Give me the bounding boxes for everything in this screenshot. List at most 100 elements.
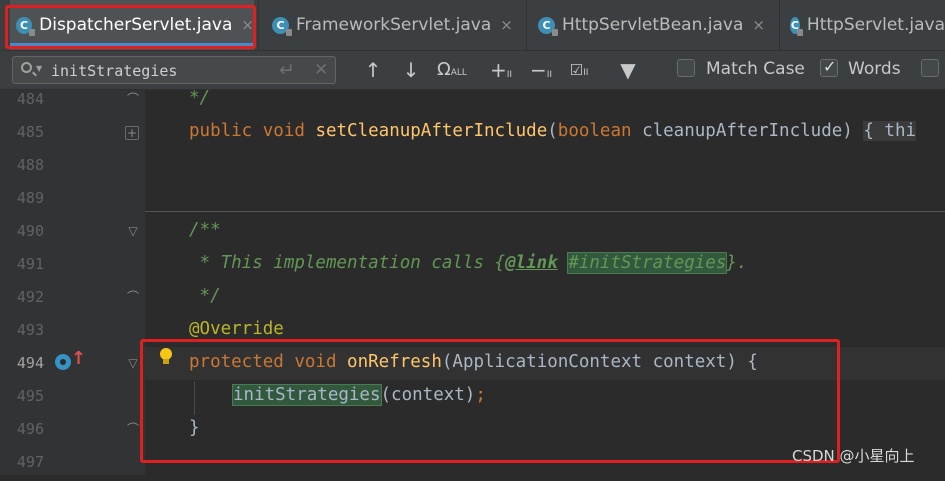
code-text: * This implementation calls {@link #init…	[189, 252, 748, 274]
watermark: CSDN @小星向上	[792, 447, 915, 465]
toggle-occurrence-icon[interactable]: ☑II	[564, 57, 594, 83]
line-number: 485	[16, 123, 44, 141]
line-number: 496	[16, 420, 44, 438]
java-class-icon: C	[16, 16, 36, 36]
method-name: onRefresh	[347, 352, 442, 372]
javadoc-link-tag[interactable]: @link	[505, 253, 558, 273]
keyword: public void	[189, 121, 316, 141]
code-line: 491 * This implementation calls {@link #…	[0, 250, 945, 283]
tab-divider	[526, 0, 527, 50]
line-number: 493	[16, 321, 44, 339]
code-text: }	[189, 418, 200, 438]
select-all-occurrences-icon[interactable]: ΩALL	[437, 57, 467, 83]
code-text: initStrategies(context);	[232, 384, 486, 406]
doc-comment-text: }.	[726, 253, 748, 273]
close-icon[interactable]: ×	[241, 16, 254, 34]
doc-comment-end: */	[189, 88, 211, 108]
doc-comment-text: * This implementation calls {	[189, 253, 506, 273]
new-line-icon[interactable]: ↵	[279, 59, 295, 81]
tab-httpservlet[interactable]: C HttpServlet.java	[790, 0, 945, 50]
line-number: 491	[16, 255, 44, 273]
tab-label: FrameworkServlet.java	[296, 15, 492, 35]
add-occurrence-icon[interactable]: +II	[486, 57, 516, 83]
code-text: public void setCleanupAfterInclude(boole…	[189, 121, 917, 141]
code-text: */	[189, 286, 221, 306]
previous-occurrence-icon[interactable]: ↑	[362, 57, 384, 83]
line-number: 492	[16, 288, 44, 306]
doc-comment-end: */	[189, 286, 221, 306]
search-match[interactable]: #initStrategies	[567, 252, 728, 274]
editor-tab-bar: C DispatcherServlet.java × C FrameworkSe…	[0, 0, 945, 51]
folded-body[interactable]: { thi	[863, 121, 917, 141]
search-icon[interactable]	[21, 62, 32, 73]
tab-httpservletbean[interactable]: C HttpServletBean.java ×	[538, 0, 778, 50]
code-line: 488	[0, 151, 945, 184]
keyword: boolean	[557, 121, 643, 141]
search-history-dropdown-icon[interactable]: ▼	[36, 64, 42, 73]
params: cleanupAfterInclude)	[642, 121, 864, 141]
tab-divider	[779, 0, 780, 50]
fold-collapse-icon[interactable]: ▽	[125, 225, 141, 239]
code-line: 490 ▽ /**	[0, 217, 945, 250]
line-number: 497	[16, 453, 44, 471]
search-query[interactable]: initStrategies	[51, 62, 177, 80]
tab-dispatcherservlet[interactable]: C DispatcherServlet.java ×	[10, 0, 254, 50]
indent-guide	[194, 381, 195, 415]
fold-collapse-icon[interactable]: ▽	[125, 357, 141, 371]
code-text: /**	[189, 220, 221, 240]
next-occurrence-icon[interactable]: ↓	[400, 57, 422, 83]
code-line: 489	[0, 184, 945, 217]
annotation: @Override	[189, 319, 284, 339]
java-class-icon: C	[790, 16, 803, 36]
keyword: protected void	[189, 352, 348, 372]
call-args: (context)	[380, 385, 476, 405]
remove-occurrence-icon[interactable]: −II	[526, 57, 556, 83]
params: (ApplicationContext context) {	[441, 352, 758, 372]
line-number: 495	[16, 387, 44, 405]
match-case-checkbox[interactable]	[677, 59, 695, 77]
fold-end-icon[interactable]: ⌒	[125, 93, 141, 107]
lightbulb-icon[interactable]	[158, 348, 174, 366]
method-name: setCleanupAfterInclude	[315, 121, 548, 141]
line-number: 494	[16, 354, 44, 372]
words-label[interactable]: Words	[848, 59, 901, 79]
code-line: 496 ⌒ }	[0, 415, 945, 448]
fold-expand-icon[interactable]: +	[125, 126, 139, 140]
code-text: @Override	[189, 319, 284, 339]
tab-label: HttpServlet.java	[806, 15, 945, 35]
closing-brace: }	[189, 418, 200, 438]
line-number: 490	[16, 222, 44, 240]
line-number: 484	[16, 90, 44, 108]
tab-label: HttpServletBean.java	[562, 15, 744, 35]
tab-label: DispatcherServlet.java	[39, 15, 233, 35]
java-class-icon: C	[272, 16, 292, 36]
code-line: 493 @Override	[0, 316, 945, 349]
search-input[interactable]: ▼ initStrategies ↵ ✕	[12, 56, 336, 84]
search-match[interactable]: initStrategies	[232, 384, 382, 406]
paren: (	[547, 121, 558, 141]
overrides-method-icon[interactable]: ↑	[55, 348, 86, 370]
code-line: 492 ⌒ */	[0, 283, 945, 316]
line-number: 489	[16, 189, 44, 207]
fold-end-icon[interactable]: ⌒	[125, 423, 141, 437]
java-class-icon: C	[538, 16, 558, 36]
words-checkbox[interactable]	[820, 57, 838, 77]
code-text: */	[189, 88, 210, 108]
filter-icon[interactable]: ▼	[615, 57, 641, 83]
code-editor[interactable]: 484 ⌒ */ 485 + public void setCleanupAft…	[0, 88, 945, 475]
doc-comment-text	[558, 253, 569, 273]
doc-comment-start: /**	[189, 220, 221, 240]
close-icon[interactable]: ×	[752, 16, 765, 34]
regex-checkbox[interactable]	[921, 59, 939, 77]
close-icon[interactable]: ×	[500, 16, 513, 34]
fold-end-icon[interactable]: ⌒	[125, 291, 141, 305]
clear-search-icon[interactable]: ✕	[314, 60, 328, 80]
tab-frameworkservlet[interactable]: C FrameworkServlet.java ×	[272, 0, 522, 50]
code-line: 495 initStrategies(context);	[0, 382, 945, 415]
code-line: 485 + public void setCleanupAfterInclude…	[0, 118, 945, 151]
code-line: 484 ⌒ */	[0, 85, 945, 118]
code-line: 494 ▽ protected void onRefresh(Applicati…	[0, 349, 945, 382]
semicolon: ;	[475, 385, 486, 405]
match-case-label[interactable]: Match Case	[706, 59, 805, 79]
tab-divider	[258, 0, 259, 50]
